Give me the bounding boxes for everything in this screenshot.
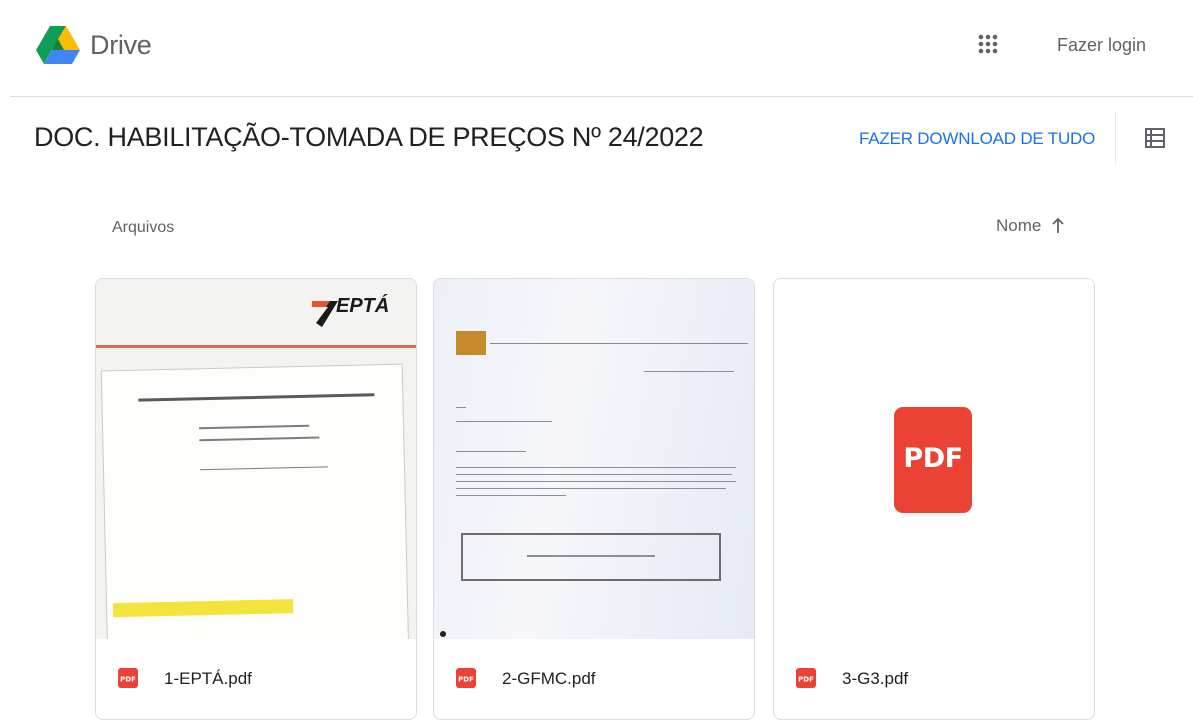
file-thumbnail (434, 279, 754, 639)
section-box (461, 533, 721, 581)
app-name: Drive (90, 30, 152, 60)
file-card-footer: PDF 2-GFMC.pdf (434, 639, 754, 719)
toolbar-separator (1115, 112, 1116, 164)
file-thumbnail: PDF (774, 279, 1094, 639)
arrow-up-icon[interactable] (1050, 217, 1066, 235)
top-bar: Drive Fazer login (0, 0, 1193, 96)
file-card[interactable]: EPTÁ PDF 1-EPTÁ.pdf (95, 278, 417, 720)
coat-of-arms-icon (456, 331, 486, 355)
pdf-icon: PDF (456, 668, 476, 688)
pdf-large-icon: PDF (894, 407, 972, 513)
header-divider (10, 96, 1193, 97)
file-name[interactable]: 2-GFMC.pdf (502, 669, 596, 689)
file-name[interactable]: 3-G3.pdf (842, 669, 908, 689)
file-card[interactable]: PDF PDF 3-G3.pdf (773, 278, 1095, 720)
svg-text:PDF: PDF (120, 676, 136, 684)
file-name[interactable]: 1-EPTÁ.pdf (164, 669, 252, 689)
pdf-icon: PDF (796, 668, 816, 688)
apps-grid-icon[interactable] (974, 30, 1002, 58)
file-card-footer: PDF 1-EPTÁ.pdf (96, 639, 416, 719)
files-section-label: Arquivos (112, 219, 175, 236)
file-card-footer: PDF 3-G3.pdf (774, 639, 1094, 719)
file-card[interactable]: PDF 2-GFMC.pdf (433, 278, 755, 720)
list-view-icon[interactable] (1142, 125, 1168, 151)
sort-by-name-button[interactable]: Nome (996, 216, 1041, 236)
folder-title: DOC. HABILITAÇÃO-TOMADA DE PREÇOS Nº 24/… (34, 122, 704, 152)
svg-text:PDF: PDF (798, 676, 814, 684)
scanned-page (100, 363, 410, 639)
thumbnail-brand: EPTÁ (336, 295, 390, 317)
file-thumbnail: EPTÁ (96, 279, 416, 639)
pdf-large-label: PDF (903, 443, 963, 474)
download-all-button[interactable]: FAZER DOWNLOAD DE TUDO (859, 129, 1095, 149)
login-link[interactable]: Fazer login (1057, 35, 1146, 56)
svg-text:PDF: PDF (458, 676, 474, 684)
pdf-icon: PDF (118, 668, 138, 688)
drive-logo-icon[interactable] (34, 22, 82, 70)
thumbnail-rule (96, 345, 416, 348)
